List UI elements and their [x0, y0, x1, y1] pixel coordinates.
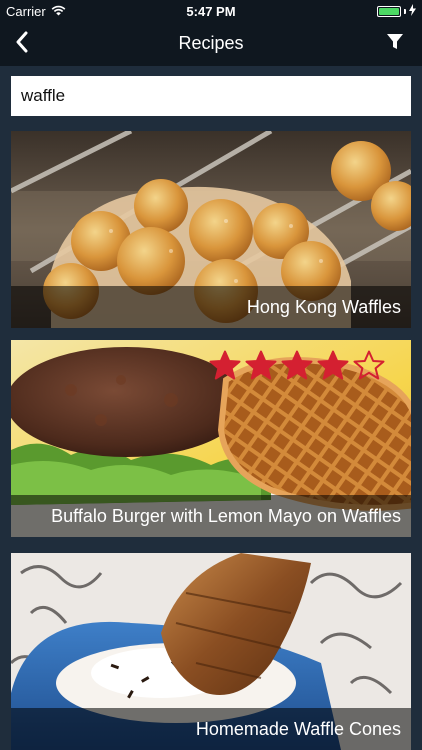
charging-icon	[409, 4, 416, 19]
navigation-bar: Recipes	[0, 22, 422, 66]
star-filled-icon	[245, 350, 277, 385]
filter-button[interactable]	[382, 31, 408, 57]
battery-level	[379, 8, 399, 15]
search-input[interactable]	[11, 76, 411, 116]
battery-tip	[404, 9, 406, 14]
star-filled-icon	[317, 350, 349, 385]
star-empty-icon	[353, 350, 385, 385]
status-bar: Carrier 5:47 PM	[0, 0, 422, 22]
recipe-title: Buffalo Burger with Lemon Mayo on Waffle…	[51, 506, 401, 526]
recipe-title: Hong Kong Waffles	[246, 297, 401, 317]
status-right	[377, 4, 416, 19]
page-title: Recipes	[178, 33, 244, 53]
star-filled-icon	[209, 350, 241, 385]
star-rating	[209, 350, 385, 385]
star-filled-icon	[281, 350, 313, 385]
recipe-card[interactable]: Homemade Waffle Cones	[11, 553, 411, 750]
recipe-card[interactable]: Buffalo Burger with Lemon Mayo on Waffle…	[11, 340, 411, 537]
battery-icon	[377, 6, 401, 17]
recipe-card[interactable]: Hong Kong Waffles	[11, 131, 411, 328]
filter-icon	[386, 33, 404, 56]
recipe-title: Homemade Waffle Cones	[195, 719, 401, 739]
status-time: 5:47 PM	[186, 4, 236, 19]
app-screen: Carrier 5:47 PM Recipes waffle Hong Kong…	[0, 0, 422, 750]
